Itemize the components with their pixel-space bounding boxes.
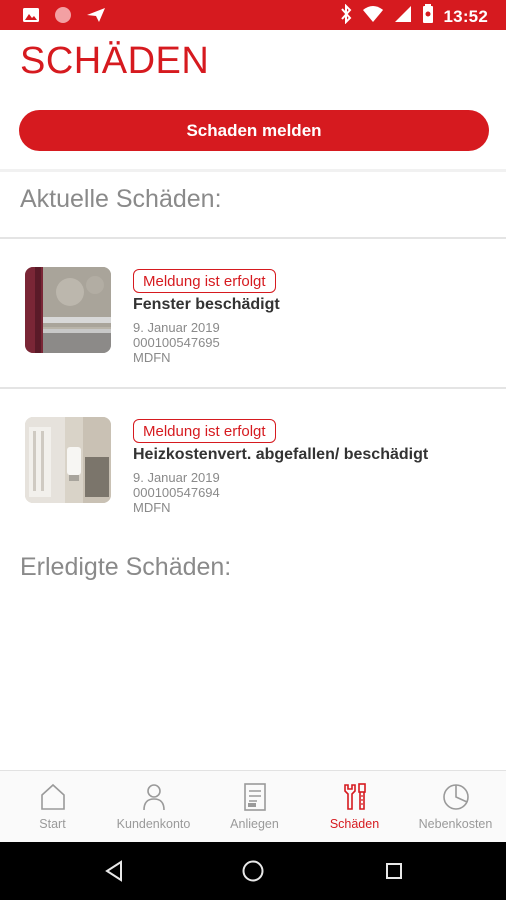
status-bar: 13:52 xyxy=(0,0,506,30)
divider xyxy=(0,387,506,389)
damage-code: MDFN xyxy=(133,350,171,365)
page-title: SCHÄDEN xyxy=(20,40,210,82)
damage-photo-radiator xyxy=(25,417,111,503)
nav-item-kundenkonto[interactable]: Kundenkonto xyxy=(103,771,204,843)
recents-icon[interactable] xyxy=(381,858,407,884)
status-badge: Meldung ist erfolgt xyxy=(133,419,276,443)
damage-item[interactable]: Meldung ist erfolgt Heizkostenvert. abge… xyxy=(0,390,506,530)
battery-icon xyxy=(422,4,434,29)
nav-item-nebenkosten[interactable]: Nebenkosten xyxy=(405,771,506,843)
nav-label: Start xyxy=(39,817,66,831)
nav-label: Anliegen xyxy=(230,817,279,831)
damage-meta: 9. Januar 2019 000100547695 MDFN xyxy=(133,320,220,365)
person-icon xyxy=(139,782,169,812)
nav-label: Kundenkonto xyxy=(116,817,191,831)
status-time: 13:52 xyxy=(443,6,488,26)
damage-meta: 9. Januar 2019 000100547694 MDFN xyxy=(133,470,220,515)
tools-icon xyxy=(340,782,370,812)
record-icon xyxy=(54,6,72,29)
home-icon xyxy=(38,782,68,812)
current-damages-heading: Aktuelle Schäden: xyxy=(20,185,222,213)
divider xyxy=(0,237,506,239)
pie-chart-icon xyxy=(441,782,471,812)
damage-photo-window xyxy=(25,267,111,353)
damage-number: 000100547695 xyxy=(133,335,220,350)
signal-icon xyxy=(394,5,412,28)
nav-item-start[interactable]: Start xyxy=(2,771,103,843)
damage-code: MDFN xyxy=(133,500,171,515)
damage-item[interactable]: Meldung ist erfolgt Fenster beschädigt 9… xyxy=(0,240,506,380)
nav-item-schaeden[interactable]: Schäden xyxy=(304,771,405,843)
damage-number: 000100547694 xyxy=(133,485,220,500)
system-nav-bar xyxy=(0,842,506,900)
status-badge: Meldung ist erfolgt xyxy=(133,269,276,293)
nav-label: Nebenkosten xyxy=(418,817,493,831)
bluetooth-icon xyxy=(340,3,352,29)
nav-label: Schäden xyxy=(329,817,380,831)
home-circle-icon[interactable] xyxy=(240,858,266,884)
completed-damages-heading: Erledigte Schäden: xyxy=(20,553,232,581)
send-icon xyxy=(86,7,106,28)
image-icon xyxy=(22,7,40,28)
damage-title: Fenster beschädigt xyxy=(133,296,280,313)
report-damage-button[interactable]: Schaden melden xyxy=(19,110,489,151)
bottom-nav: Start Kundenkonto Anliegen Schäden Neben… xyxy=(0,770,506,842)
wifi-icon xyxy=(362,5,384,28)
divider xyxy=(0,169,506,172)
damage-date: 9. Januar 2019 xyxy=(133,470,220,485)
nav-item-anliegen[interactable]: Anliegen xyxy=(204,771,305,843)
damage-title: Heizkostenvert. abgefallen/ beschädigt xyxy=(133,446,429,463)
damage-date: 9. Januar 2019 xyxy=(133,320,220,335)
back-icon[interactable] xyxy=(101,858,127,884)
document-icon xyxy=(240,782,270,812)
